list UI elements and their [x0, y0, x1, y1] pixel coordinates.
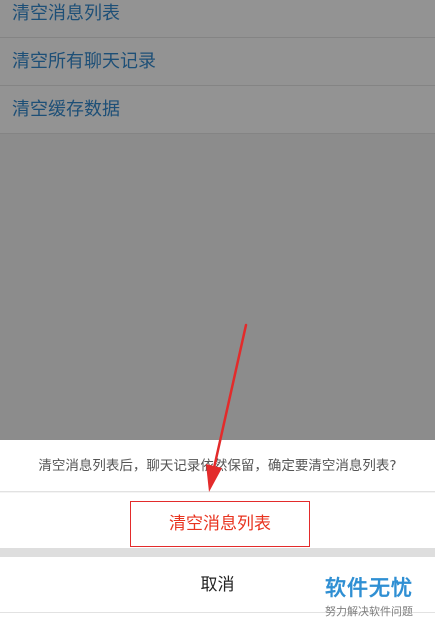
- dialog-message: 清空消息列表后，聊天记录依然保留，确定要清空消息列表?: [0, 440, 435, 492]
- settings-list: 清空消息列表 清空所有聊天记录 清空缓存数据: [0, 0, 435, 134]
- list-item-label: 清空缓存数据: [12, 99, 120, 120]
- list-item-label: 清空所有聊天记录: [12, 51, 156, 72]
- list-item-label: 清空消息列表: [12, 3, 120, 24]
- screen: 清空消息列表 清空所有聊天记录 清空缓存数据 清空消息列表后，聊天记录依然保留，…: [0, 0, 435, 633]
- list-item-clear-all-chat-records[interactable]: 清空所有聊天记录: [0, 38, 435, 86]
- sheet-divider: [0, 548, 435, 557]
- watermark-title: 软件无忧: [325, 576, 413, 600]
- confirm-row: 清空消息列表: [0, 493, 435, 548]
- confirm-clear-button[interactable]: 清空消息列表: [130, 501, 310, 547]
- list-item-clear-message-list[interactable]: 清空消息列表: [0, 0, 435, 38]
- list-item-clear-cache-data[interactable]: 清空缓存数据: [0, 86, 435, 134]
- watermark: 软件无忧 努力解决软件问题: [310, 574, 428, 628]
- watermark-subtitle: 努力解决软件问题: [325, 605, 413, 618]
